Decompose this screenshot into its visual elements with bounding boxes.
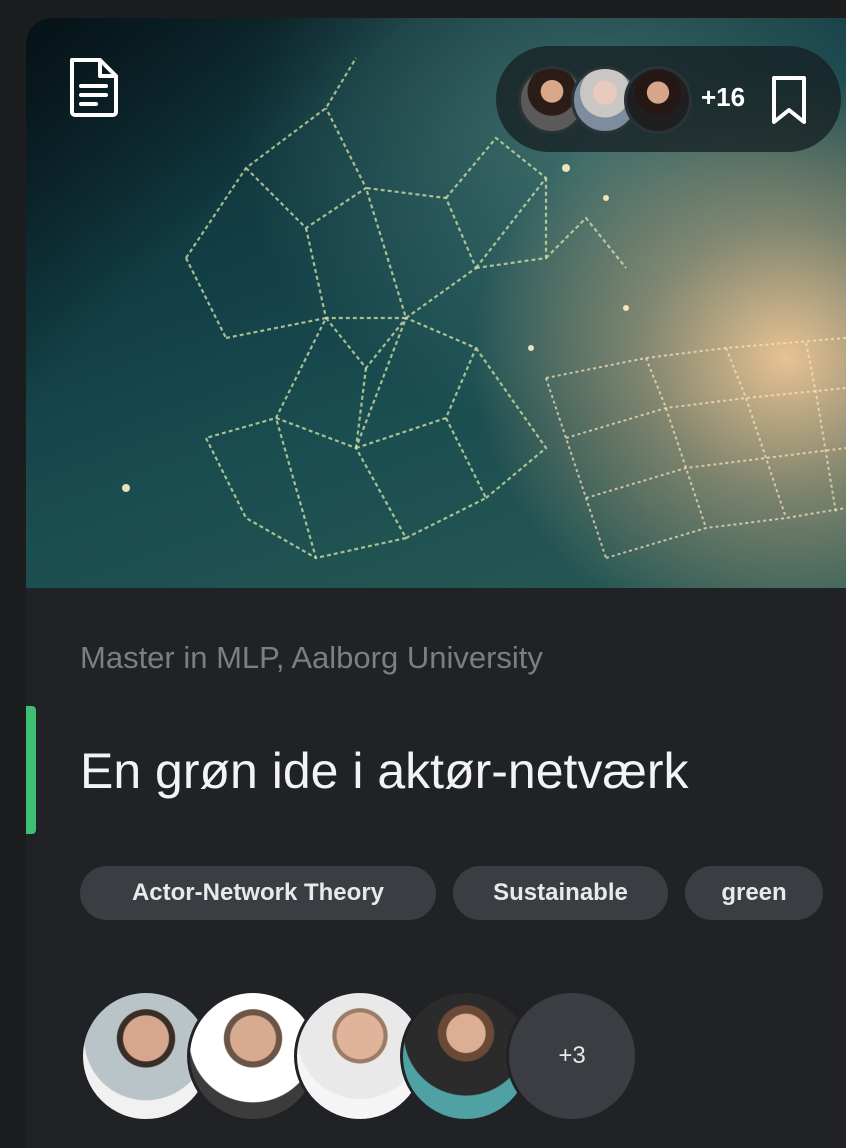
project-card[interactable]: +16 Master in MLP, Aalborg University En… xyxy=(26,18,846,1148)
more-authors-button[interactable]: +3 xyxy=(506,990,638,1122)
collaborators-count[interactable]: +16 xyxy=(701,82,745,113)
affiliation-text: Master in MLP, Aalborg University xyxy=(80,640,543,675)
cover-image[interactable]: +16 xyxy=(26,18,846,588)
collaborators-pill[interactable]: +16 xyxy=(496,46,841,152)
tag-actor-network-theory[interactable]: Actor-Network Theory xyxy=(80,866,436,920)
bookmark-icon[interactable] xyxy=(766,74,812,126)
document-icon xyxy=(70,58,118,117)
project-title[interactable]: En grøn ide i aktør-netværk xyxy=(80,742,689,800)
accent-bar xyxy=(26,706,36,834)
tag-sustainable[interactable]: Sustainable xyxy=(453,866,668,920)
tag-green[interactable]: green xyxy=(685,866,823,920)
collaborator-avatar[interactable] xyxy=(624,66,692,134)
